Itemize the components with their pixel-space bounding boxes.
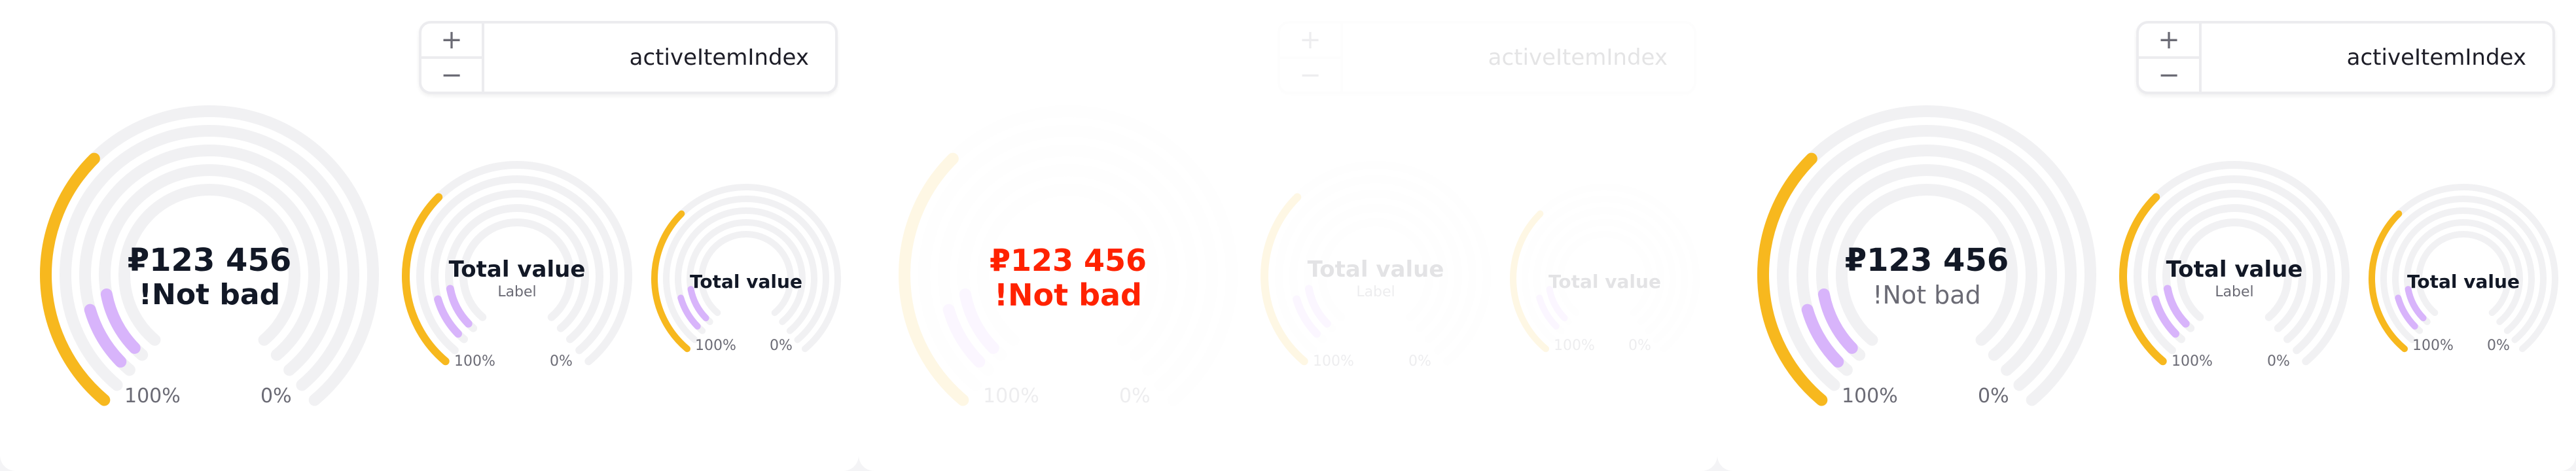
stepper-value[interactable]: activeItemIndex <box>484 24 835 92</box>
gauge-large-highlighted: ₽123 456 !Not bad <box>898 111 1238 419</box>
gauge-small: Total value 100% 0% <box>648 184 844 362</box>
highlighted-overlay: ₽123 456 !Not bad <box>859 0 1717 471</box>
demo-panel-regular-label: + − activeItemIndex ₽123 456 !Not bad 10… <box>1717 0 2576 471</box>
gauge-large-max-label: 0% <box>260 385 292 408</box>
gauge-large-label: !Not bad <box>138 278 281 311</box>
gauge-large-min-label: 100% <box>1842 385 1898 408</box>
gauge-large: ₽123 456 !Not bad 100% 0% <box>1757 105 2097 419</box>
demo-panel-faded: + − activeItemIndex 100% 0% Total value … <box>859 0 1717 471</box>
gauge-medium-max-label: 0% <box>550 353 573 370</box>
gauge-medium: Total value Label 100% 0% <box>2117 161 2352 374</box>
gauge-large-center: ₽123 456 !Not bad <box>1757 242 2097 311</box>
gauge-medium-amount: Total value <box>448 256 586 283</box>
minus-icon[interactable]: − <box>421 56 482 92</box>
plus-icon[interactable]: + <box>421 24 482 56</box>
gauge-small-min-label: 100% <box>2412 338 2454 354</box>
demo-panel-default: + − activeItemIndex ₽123 456 !Not bad 10… <box>0 0 859 471</box>
gauge-large-min-label: 100% <box>124 385 181 408</box>
gauge-medium-max-label: 0% <box>2267 353 2290 370</box>
gauge-medium-center: Total value Label <box>399 256 635 302</box>
gauge-small-min-label: 100% <box>695 338 736 354</box>
active-item-index-stepper[interactable]: + − activeItemIndex <box>419 21 838 94</box>
gauge-small-max-label: 0% <box>770 338 793 354</box>
gauge-medium-center: Total value Label <box>2117 256 2352 302</box>
gauge-large-amount: ₽123 456 <box>127 242 292 279</box>
gauge-small-center: Total value <box>2365 271 2562 293</box>
gauge-large-amount: ₽123 456 <box>989 243 1147 278</box>
stepper-buttons: + − <box>421 24 484 92</box>
gauge-medium-label: Label <box>2215 284 2254 300</box>
gauge-large-label: !Not bad <box>1872 281 1981 309</box>
gauge-medium-amount: Total value <box>2166 256 2303 283</box>
gauge-small: Total value 100% 0% <box>2365 184 2562 362</box>
gauge-small-amount: Total value <box>690 271 802 292</box>
gauge-medium-label: Label <box>497 284 537 300</box>
stepper-buttons: + − <box>2139 24 2202 92</box>
stepper-value[interactable]: activeItemIndex <box>2202 24 2552 92</box>
gauge-medium-min-label: 100% <box>454 353 495 370</box>
gauge-large: ₽123 456 !Not bad 100% 0% <box>39 105 380 419</box>
gauge-small-amount: Total value <box>2407 271 2520 292</box>
gauge-small-max-label: 0% <box>2487 338 2510 354</box>
gauge-large-center: ₽123 456 !Not bad <box>898 242 1238 311</box>
active-item-index-stepper[interactable]: + − activeItemIndex <box>2136 21 2555 94</box>
gauge-large-label: !Not bad <box>994 277 1142 313</box>
gauge-small-center: Total value <box>648 271 844 293</box>
gauge-large-center: ₽123 456 !Not bad <box>39 242 380 311</box>
gauge-medium: Total value Label 100% 0% <box>399 161 635 374</box>
minus-icon[interactable]: − <box>2139 56 2199 92</box>
gauge-large-max-label: 0% <box>1978 385 2009 408</box>
gauge-medium-min-label: 100% <box>2172 353 2213 370</box>
plus-icon[interactable]: + <box>2139 24 2199 56</box>
gauge-large-amount: ₽123 456 <box>1844 242 2009 279</box>
